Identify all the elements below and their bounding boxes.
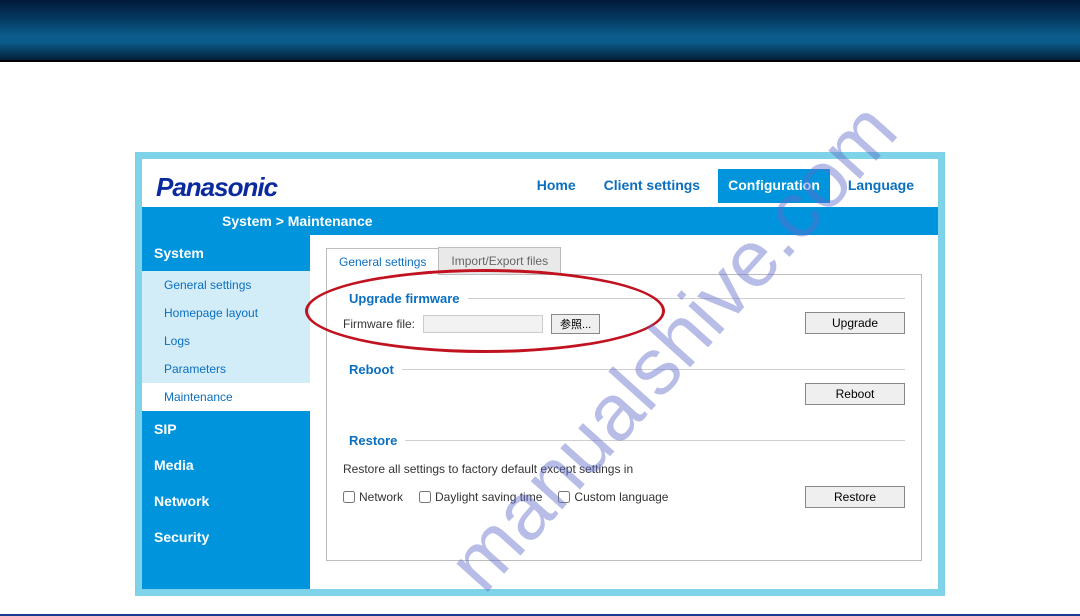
firmware-file-label: Firmware file: (343, 317, 415, 331)
upgrade-button[interactable]: Upgrade (805, 312, 905, 334)
sidebar-system-submenu: General settings Homepage layout Logs Pa… (142, 271, 310, 411)
browse-button[interactable]: 参照... (551, 314, 600, 334)
tab-home[interactable]: Home (527, 169, 586, 203)
restore-opt-dst[interactable]: Daylight saving time (419, 490, 542, 504)
brand-logo: Panasonic (156, 172, 277, 203)
sidebar: System General settings Homepage layout … (142, 235, 310, 589)
firmware-file-input[interactable] (423, 315, 543, 333)
restore-opt-network-checkbox[interactable] (343, 491, 355, 503)
restore-options: Network Daylight saving time Custom lang… (343, 490, 668, 504)
upgrade-legend: Upgrade firmware (343, 291, 468, 306)
upgrade-firmware-group: Upgrade firmware Upgrade Firmware file: … (343, 291, 905, 348)
app-frame: Panasonic Home Client settings Configura… (135, 152, 945, 596)
sidebar-item-logs[interactable]: Logs (142, 327, 310, 355)
restore-group: Restore Restore all settings to factory … (343, 433, 905, 522)
restore-opt-lang-checkbox[interactable] (558, 491, 570, 503)
sidebar-item-homepage-layout[interactable]: Homepage layout (142, 299, 310, 327)
restore-button[interactable]: Restore (805, 486, 905, 508)
reboot-button[interactable]: Reboot (805, 383, 905, 405)
sidebar-item-parameters[interactable]: Parameters (142, 355, 310, 383)
reboot-group: Reboot Reboot (343, 362, 905, 419)
content-tabs: General settings Import/Export files (326, 247, 922, 275)
breadcrumb: System > Maintenance (142, 207, 938, 235)
sidebar-section-security[interactable]: Security (142, 519, 310, 555)
sidebar-section-system[interactable]: System (142, 235, 310, 271)
sidebar-section-sip[interactable]: SIP (142, 411, 310, 447)
restore-legend: Restore (343, 433, 405, 448)
restore-opt-lang[interactable]: Custom language (558, 490, 668, 504)
tab-client-settings[interactable]: Client settings (594, 169, 710, 203)
settings-panel: Upgrade firmware Upgrade Firmware file: … (326, 275, 922, 561)
body: System General settings Homepage layout … (142, 235, 938, 589)
subtab-general-settings[interactable]: General settings (326, 248, 439, 275)
subtab-import-export[interactable]: Import/Export files (438, 247, 561, 274)
restore-opt-dst-checkbox[interactable] (419, 491, 431, 503)
sidebar-section-media[interactable]: Media (142, 447, 310, 483)
content-area: General settings Import/Export files Upg… (310, 235, 938, 589)
tab-configuration[interactable]: Configuration (718, 169, 830, 203)
top-tabs: Home Client settings Configuration Langu… (527, 169, 924, 203)
sidebar-section-network[interactable]: Network (142, 483, 310, 519)
tab-language[interactable]: Language (838, 169, 924, 203)
sidebar-item-general-settings[interactable]: General settings (142, 271, 310, 299)
reboot-legend: Reboot (343, 362, 402, 377)
sidebar-item-maintenance[interactable]: Maintenance (142, 383, 310, 411)
restore-description: Restore all settings to factory default … (343, 462, 905, 476)
restore-opt-network[interactable]: Network (343, 490, 403, 504)
header: Panasonic Home Client settings Configura… (142, 159, 938, 207)
top-banner (0, 0, 1080, 62)
